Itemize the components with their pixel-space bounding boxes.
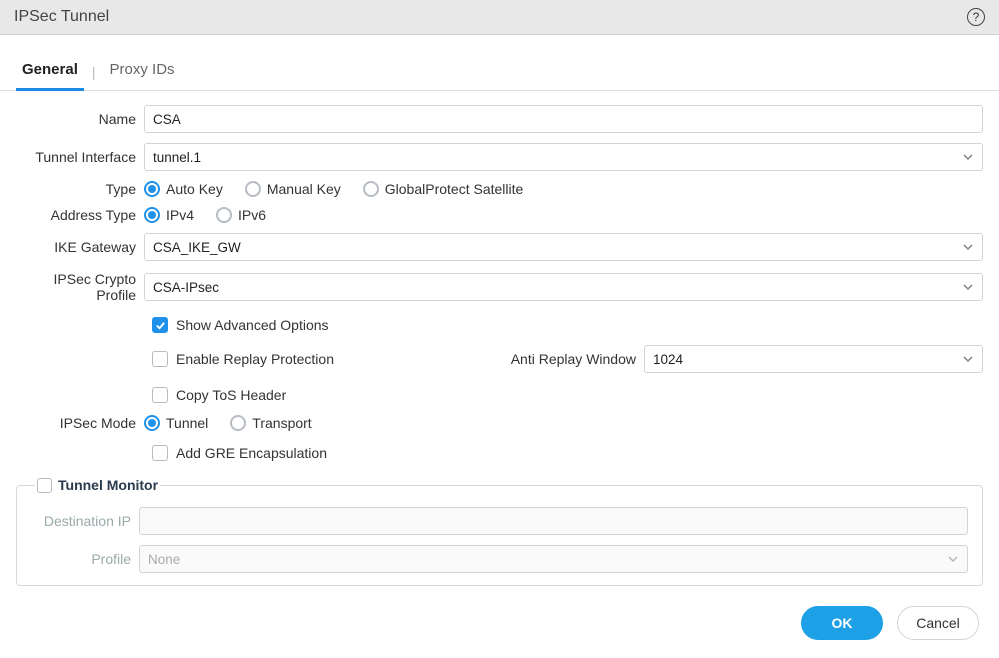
dialog-footer: OK Cancel [0, 588, 999, 658]
ipsec-mode-label: IPSec Mode [16, 415, 144, 431]
profile-select[interactable]: None [139, 545, 968, 573]
copy-tos-checkbox[interactable]: Copy ToS Header [152, 383, 983, 407]
crypto-profile-select[interactable]: CSA-IPsec [144, 273, 983, 301]
tab-proxy-ids[interactable]: Proxy IDs [104, 53, 181, 91]
profile-value: None [148, 552, 180, 567]
help-icon[interactable]: ? [967, 8, 985, 26]
address-type-radiogroup: IPv4 IPv6 [144, 207, 983, 223]
tab-general[interactable]: General [16, 53, 84, 91]
type-label: Type [16, 181, 144, 197]
tunnel-interface-value: tunnel.1 [153, 150, 201, 165]
tab-bar: General | Proxy IDs [0, 53, 999, 91]
destination-ip-input[interactable] [139, 507, 968, 535]
enable-replay-checkbox[interactable]: Enable Replay Protection [152, 347, 492, 371]
ipsec-mode-radiogroup: Tunnel Transport [144, 415, 983, 431]
name-label: Name [16, 111, 144, 127]
add-gre-checkbox[interactable]: Add GRE Encapsulation [152, 441, 983, 465]
address-type-label: Address Type [16, 207, 144, 223]
address-ipv4-radio[interactable]: IPv4 [144, 207, 194, 223]
address-ipv6-radio[interactable]: IPv6 [216, 207, 266, 223]
ike-gateway-select[interactable]: CSA_IKE_GW [144, 233, 983, 261]
type-manual-key-radio[interactable]: Manual Key [245, 181, 341, 197]
anti-replay-window-select[interactable]: 1024 [644, 345, 983, 373]
ok-button[interactable]: OK [801, 606, 883, 640]
type-radiogroup: Auto Key Manual Key GlobalProtect Satell… [144, 181, 983, 197]
tunnel-monitor-fieldset: Tunnel Monitor Destination IP Profile No… [16, 477, 983, 586]
profile-label: Profile [31, 551, 139, 567]
chevron-down-icon [962, 151, 974, 163]
cancel-button[interactable]: Cancel [897, 606, 979, 640]
crypto-profile-label: IPSec Crypto Profile [16, 271, 144, 303]
name-input[interactable] [144, 105, 983, 133]
type-auto-key-radio[interactable]: Auto Key [144, 181, 223, 197]
chevron-down-icon [962, 241, 974, 253]
chevron-down-icon [962, 281, 974, 293]
anti-replay-window-label: Anti Replay Window [492, 351, 644, 367]
anti-replay-window-value: 1024 [653, 352, 683, 367]
crypto-profile-value: CSA-IPsec [153, 280, 219, 295]
chevron-down-icon [947, 553, 959, 565]
tab-separator: | [84, 56, 104, 90]
chevron-down-icon [962, 353, 974, 365]
show-advanced-checkbox[interactable]: Show Advanced Options [152, 313, 983, 337]
ike-gateway-value: CSA_IKE_GW [153, 240, 241, 255]
title-bar: IPSec Tunnel ? [0, 0, 999, 35]
dialog-title: IPSec Tunnel [14, 8, 109, 26]
tunnel-monitor-checkbox[interactable]: Tunnel Monitor [37, 477, 158, 493]
mode-transport-radio[interactable]: Transport [230, 415, 311, 431]
destination-ip-label: Destination IP [31, 513, 139, 529]
tunnel-interface-select[interactable]: tunnel.1 [144, 143, 983, 171]
mode-tunnel-radio[interactable]: Tunnel [144, 415, 208, 431]
type-globalprotect-radio[interactable]: GlobalProtect Satellite [363, 181, 524, 197]
tunnel-interface-label: Tunnel Interface [16, 149, 144, 165]
ike-gateway-label: IKE Gateway [16, 239, 144, 255]
